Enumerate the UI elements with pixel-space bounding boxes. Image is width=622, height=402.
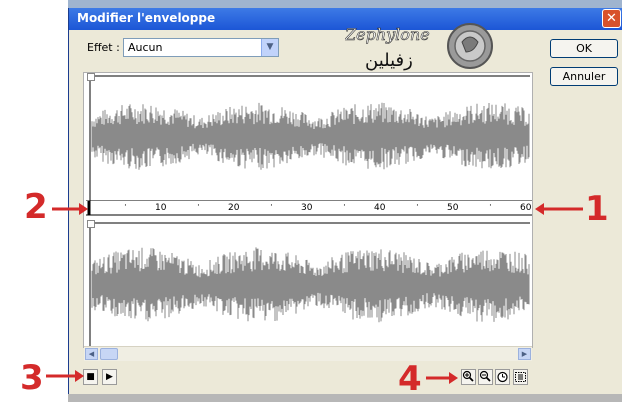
- scroll-right-icon[interactable]: ▶: [518, 348, 531, 360]
- play-button[interactable]: ▶: [102, 369, 117, 385]
- annotation-arrow-2: [52, 203, 88, 215]
- chevron-down-icon[interactable]: ▼: [261, 39, 278, 56]
- zoom-full-button[interactable]: [513, 369, 528, 385]
- annotation-3: 3: [20, 358, 44, 398]
- tick-label: 30: [301, 203, 313, 213]
- effect-label: Effet :: [87, 41, 120, 54]
- waveform-channel-2: [91, 247, 530, 323]
- time-button[interactable]: [495, 369, 510, 385]
- tick-label: 60: [520, 203, 532, 213]
- zoom-out-icon: [479, 370, 491, 382]
- tick-label: 10: [155, 203, 167, 213]
- scroll-thumb[interactable]: [100, 348, 118, 360]
- dialog-title: Modifier l'enveloppe: [77, 11, 216, 25]
- effect-select[interactable]: Aucun ▼: [123, 38, 279, 57]
- effect-value: Aucun: [128, 41, 163, 54]
- ok-button[interactable]: OK: [550, 39, 618, 58]
- background-strip: [68, 0, 622, 8]
- waveform-channel-1: [91, 102, 530, 170]
- zoom-in-icon: [462, 370, 474, 382]
- close-button[interactable]: ✕: [602, 9, 621, 28]
- clock-icon: [497, 371, 508, 383]
- bottom-strip: [68, 394, 622, 402]
- waveform-panel[interactable]: 10 20 30 40 50 60 · · · · · ·: [83, 72, 533, 348]
- watermark-arabic: زفيلين: [365, 50, 413, 71]
- annotation-1: 1: [585, 189, 609, 229]
- annotation-arrow-3: [46, 370, 84, 382]
- envelope-handle-top[interactable]: [87, 73, 95, 81]
- zoom-out-button[interactable]: [478, 369, 493, 385]
- cancel-button[interactable]: Annuler: [550, 67, 618, 86]
- play-icon: ▶: [106, 372, 113, 382]
- tick-label: 20: [228, 203, 240, 213]
- envelope-handle-bottom[interactable]: [87, 220, 95, 228]
- zoom-full-icon: [515, 372, 526, 382]
- horizontal-scrollbar[interactable]: ◀ ▶: [84, 346, 532, 361]
- tick-label: 50: [447, 203, 459, 213]
- annotation-4: 4: [398, 359, 422, 399]
- annotation-arrow-1: [535, 203, 583, 215]
- scroll-left-icon[interactable]: ◀: [85, 348, 98, 360]
- annotation-arrow-4: [426, 372, 458, 384]
- annotation-2: 2: [24, 187, 48, 227]
- tick-label: 40: [374, 203, 386, 213]
- zoom-in-button[interactable]: [461, 369, 476, 385]
- watermark-latin: Zephylone: [345, 25, 430, 44]
- timeline-ruler: 10 20 30 40 50 60 · · · · · ·: [124, 201, 532, 213]
- stop-icon: ■: [86, 372, 95, 382]
- watermark-logo: Zephylone زفيلين: [344, 20, 495, 76]
